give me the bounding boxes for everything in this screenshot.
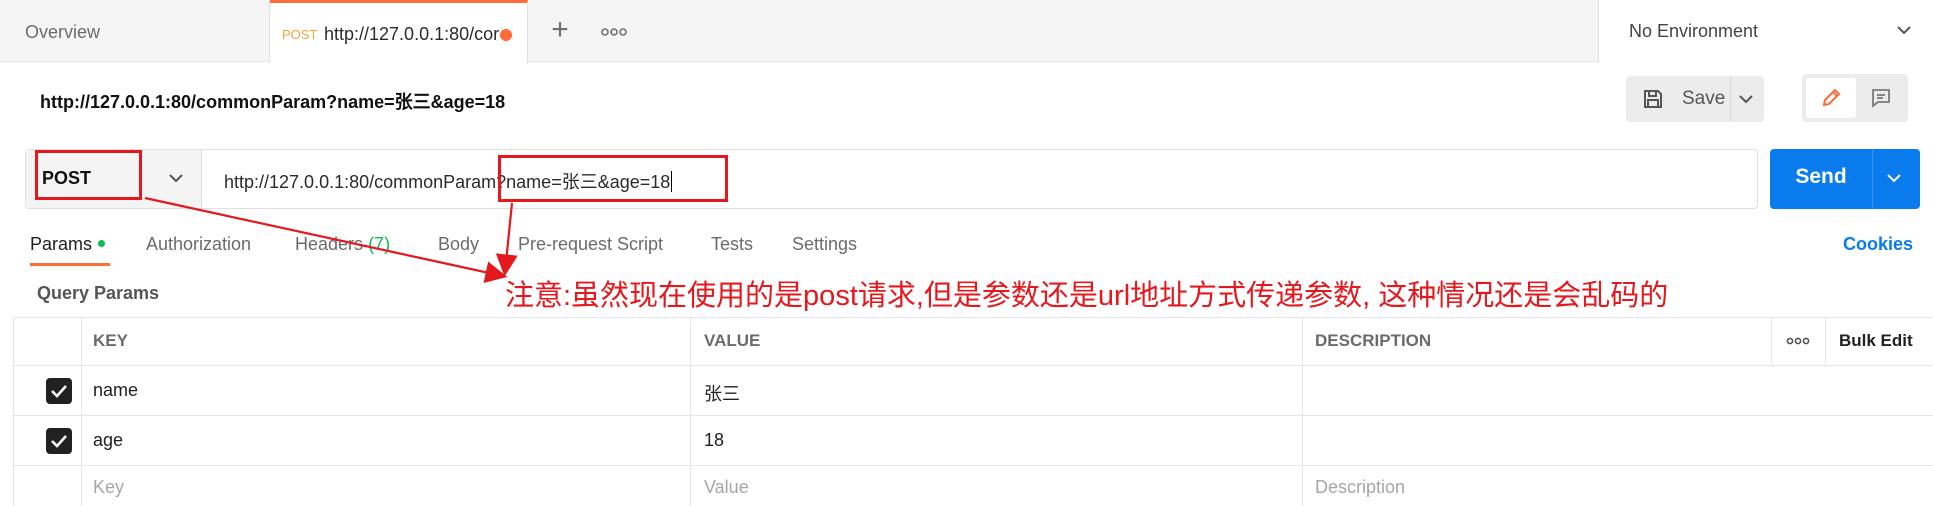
- table-border: [13, 317, 1933, 318]
- new-tab-button[interactable]: +: [545, 12, 575, 48]
- tab-authorization[interactable]: Authorization: [146, 234, 251, 255]
- pencil-icon: [1822, 88, 1841, 107]
- table-border: [13, 415, 1933, 416]
- new-description-input[interactable]: Description: [1315, 477, 1405, 498]
- tab-tests[interactable]: Tests: [711, 234, 753, 255]
- arrow-from-query: [495, 202, 518, 277]
- more-tabs-icon[interactable]: [600, 18, 628, 46]
- view-mode-toggle: [1802, 74, 1908, 122]
- param-key[interactable]: name: [93, 380, 138, 401]
- active-tab-underline: [30, 263, 110, 266]
- send-divider: [1872, 149, 1873, 209]
- checkmark-icon: [51, 385, 67, 398]
- tab-headers[interactable]: Headers (7): [295, 234, 390, 255]
- chevron-down-icon[interactable]: [1886, 172, 1902, 184]
- save-label: Save: [1682, 88, 1726, 109]
- table-border: [1771, 317, 1772, 365]
- param-value[interactable]: 18: [704, 430, 724, 451]
- request-name: http://127.0.0.1:80/commonParam?name=张三&…: [40, 92, 506, 112]
- chevron-down-icon: [169, 174, 183, 183]
- param-value[interactable]: 张三: [704, 380, 740, 406]
- table-border: [13, 465, 1933, 466]
- active-params-dot-icon: [98, 240, 106, 247]
- url-bar: POST http://127.0.0.1:80/commonParam?nam…: [25, 149, 1758, 209]
- query-params-title: Query Params: [37, 283, 160, 303]
- annotation-note: 注意:虽然现在使用的是post请求,但是参数还是url地址方式传递参数, 这种情…: [505, 280, 1669, 312]
- save-button[interactable]: Save: [1626, 76, 1764, 122]
- tab-headers-label: Headers: [295, 234, 364, 254]
- chevron-down-icon[interactable]: [1738, 92, 1754, 110]
- column-header-description: DESCRIPTION: [1315, 331, 1432, 350]
- method-highlight-box: [35, 150, 142, 200]
- checkmark-icon: [51, 435, 67, 448]
- tab-overview[interactable]: Overview: [0, 0, 270, 62]
- tab-params-label: Params: [30, 234, 93, 254]
- edit-mode-button[interactable]: [1806, 78, 1856, 118]
- headers-count: (7): [368, 234, 391, 254]
- table-border: [1825, 317, 1826, 365]
- more-options-icon[interactable]: [1785, 329, 1811, 358]
- tab-prerequest-script[interactable]: Pre-request Script: [518, 234, 663, 255]
- unsaved-dot-icon: [500, 29, 512, 41]
- tab-url-label: http://127.0.0.1:80/cor: [324, 24, 500, 44]
- tab-request-active[interactable]: POST http://127.0.0.1:80/cor: [270, 0, 528, 63]
- row-checkbox[interactable]: [46, 378, 72, 404]
- column-header-key: KEY: [93, 331, 128, 350]
- save-divider: [1730, 76, 1731, 122]
- comment-icon: [1872, 89, 1890, 108]
- cookies-link[interactable]: Cookies: [1843, 234, 1913, 255]
- tab-body[interactable]: Body: [438, 234, 479, 255]
- send-button[interactable]: Send: [1770, 149, 1920, 209]
- environment-select[interactable]: No Environment: [1598, 0, 1933, 62]
- environment-label: No Environment: [1629, 21, 1759, 41]
- table-border: [13, 365, 1933, 366]
- bulk-edit-button[interactable]: Bulk Edit: [1839, 331, 1913, 351]
- table-border: [13, 317, 14, 506]
- send-label: Send: [1795, 165, 1847, 188]
- tab-method-label: POST: [282, 27, 318, 42]
- table-border: [1302, 317, 1303, 506]
- table-border: [81, 317, 82, 506]
- new-key-input[interactable]: Key: [93, 477, 124, 498]
- tab-params[interactable]: Params: [30, 234, 106, 255]
- table-border: [690, 317, 691, 506]
- new-value-input[interactable]: Value: [704, 477, 749, 498]
- query-params-table: KEY VALUE DESCRIPTION Bulk Edit name 张三 …: [13, 317, 1933, 506]
- param-key[interactable]: age: [93, 430, 123, 451]
- query-string-highlight-box: [498, 155, 728, 202]
- save-icon: [1642, 88, 1664, 115]
- row-checkbox[interactable]: [46, 428, 72, 454]
- tab-overview-label: Overview: [25, 22, 101, 42]
- chevron-down-icon: [1897, 26, 1911, 35]
- column-header-value: VALUE: [704, 331, 761, 350]
- comments-button[interactable]: [1858, 78, 1904, 118]
- tab-settings[interactable]: Settings: [792, 234, 857, 255]
